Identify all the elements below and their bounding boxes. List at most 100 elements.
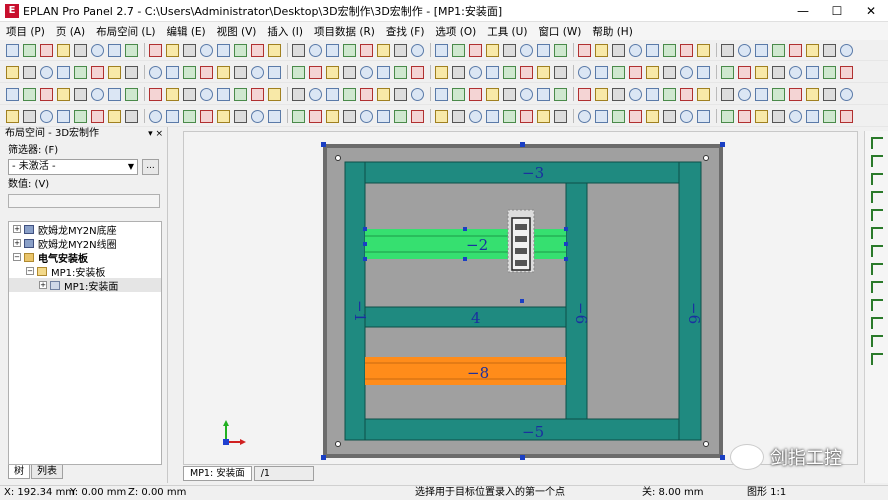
toolbar-button-icon[interactable] [680,43,693,57]
tree-item[interactable]: + MP1:安装面 [9,278,161,293]
toolbar-button-icon[interactable] [343,43,356,57]
toolbar-button-icon[interactable] [469,109,482,123]
toolbar-button-icon[interactable] [755,43,768,57]
toolbar-button-icon[interactable] [554,65,567,79]
toolbar-button-icon[interactable] [251,87,264,101]
toolbar-button-icon[interactable] [108,87,121,101]
toolbar-button-icon[interactable] [360,43,373,57]
toolbar-button-icon[interactable] [149,65,162,79]
toolbar-button-icon[interactable] [377,43,390,57]
toolbar-button-icon[interactable] [646,87,659,101]
toolbar-button-icon[interactable] [612,43,625,57]
toolbar-button-icon[interactable] [149,43,162,57]
angle-tool-icon[interactable] [870,155,883,167]
toolbar-button-icon[interactable] [629,87,642,101]
toolbar-button-icon[interactable] [23,87,36,101]
rail-handle[interactable] [564,227,568,231]
angle-tool-icon[interactable] [870,137,883,149]
toolbar-button-icon[interactable] [394,65,407,79]
maximize-button[interactable]: ☐ [820,0,854,22]
toolbar-button-icon[interactable] [721,43,734,57]
toolbar-button-icon[interactable] [40,109,53,123]
toolbar-button-icon[interactable] [6,43,19,57]
toolbar-button-icon[interactable] [469,43,482,57]
angle-tool-icon[interactable] [870,173,883,185]
toolbar-button-icon[interactable] [377,65,390,79]
rail-handle[interactable] [363,227,367,231]
menu-window[interactable]: 窗口 (W) [538,24,581,39]
filter-options-button[interactable]: ... [142,159,159,175]
toolbar-button-icon[interactable] [595,65,608,79]
toolbar-button-icon[interactable] [663,43,676,57]
toolbar-button-icon[interactable] [309,43,322,57]
tree-item[interactable]: + 欧姆龙MY2N底座 [9,222,161,237]
toolbar-button-icon[interactable] [503,43,516,57]
toolbar-button-icon[interactable] [738,87,751,101]
angle-tool-icon[interactable] [870,245,883,257]
menu-page[interactable]: 页 (A) [56,24,85,39]
toolbar-button-icon[interactable] [326,109,339,123]
rail-handle[interactable] [363,257,367,261]
rail-handle[interactable] [363,242,367,246]
toolbar-button-icon[interactable] [612,87,625,101]
menu-find[interactable]: 查找 (F) [386,24,425,39]
toolbar-button-icon[interactable] [840,109,853,123]
toolbar-button-icon[interactable] [452,109,465,123]
toolbar-button-icon[interactable] [537,65,550,79]
toolbar-button-icon[interactable] [217,87,230,101]
toolbar-button-icon[interactable] [503,109,516,123]
toolbar-button-icon[interactable] [166,43,179,57]
toolbar-button-icon[interactable] [646,65,659,79]
toolbar-button-icon[interactable] [91,109,104,123]
angle-tool-icon[interactable] [870,191,883,203]
toolbar-button-icon[interactable] [411,87,424,101]
toolbar-button-icon[interactable] [629,109,642,123]
toolbar-button-icon[interactable] [6,87,19,101]
toolbar-button-icon[interactable] [806,109,819,123]
toolbar-button-icon[interactable] [537,43,550,57]
toolbar-button-icon[interactable] [680,87,693,101]
toolbar-button-icon[interactable] [343,109,356,123]
rail-handle[interactable] [564,257,568,261]
angle-tool-icon[interactable] [870,227,883,239]
toolbar-button-icon[interactable] [234,87,247,101]
toolbar-button-icon[interactable] [452,87,465,101]
plate-handle[interactable] [720,455,725,460]
tree-expander-icon[interactable]: + [13,239,21,247]
toolbar-button-icon[interactable] [789,109,802,123]
toolbar-button-icon[interactable] [411,43,424,57]
toolbar-button-icon[interactable] [74,87,87,101]
toolbar-button-icon[interactable] [721,87,734,101]
toolbar-button-icon[interactable] [40,43,53,57]
toolbar-button-icon[interactable] [452,65,465,79]
tree-expander-icon[interactable]: − [13,253,21,261]
menu-layout-space[interactable]: 布局空间 (L) [96,24,155,39]
toolbar-button-icon[interactable] [578,109,591,123]
toolbar-button-icon[interactable] [755,65,768,79]
toolbar-button-icon[interactable] [343,87,356,101]
tree-expander-icon[interactable]: + [39,281,47,289]
toolbar-button-icon[interactable] [537,87,550,101]
angle-tool-icon[interactable] [870,263,883,275]
plate-handle[interactable] [520,455,525,460]
menu-edit[interactable]: 编辑 (E) [166,24,205,39]
toolbar-button-icon[interactable] [435,65,448,79]
tree-expander-icon[interactable]: − [26,267,34,275]
toolbar-button-icon[interactable] [663,87,676,101]
rail-handle[interactable] [564,242,568,246]
toolbar-button-icon[interactable] [755,87,768,101]
toolbar-button-icon[interactable] [503,87,516,101]
toolbar-button-icon[interactable] [629,43,642,57]
page-tab-active[interactable]: MP1: 安装面 [183,466,252,481]
toolbar-button-icon[interactable] [738,109,751,123]
toolbar-button-icon[interactable] [554,109,567,123]
toolbar-button-icon[interactable] [200,109,213,123]
angle-tool-icon[interactable] [870,317,883,329]
angle-tool-icon[interactable] [870,299,883,311]
toolbar-button-icon[interactable] [23,43,36,57]
plate-handle[interactable] [520,142,525,147]
toolbar-button-icon[interactable] [40,87,53,101]
plate-handle[interactable] [321,142,326,147]
toolbar-button-icon[interactable] [806,43,819,57]
toolbar-button-icon[interactable] [309,65,322,79]
